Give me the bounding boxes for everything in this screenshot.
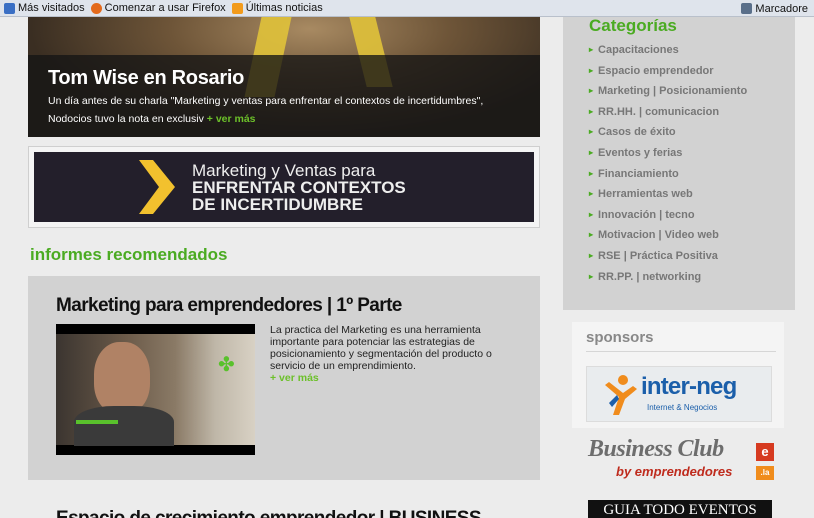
sponsors-panel: sponsors inter-neg Internet & Negocios xyxy=(572,322,784,428)
business-club-badge-la: .la xyxy=(756,466,774,480)
video-frame-person-body xyxy=(74,406,174,446)
bookmarks-menu-button[interactable]: Marcadore xyxy=(741,0,808,17)
chevron-logo-icon xyxy=(139,160,175,214)
bookmark-label: Últimas noticias xyxy=(245,2,323,14)
page: { "bookmarks": { "items": [ {"label": "M… xyxy=(0,0,814,518)
category-link[interactable]: ▸ Financiamiento xyxy=(589,168,747,189)
featured-title[interactable]: Tom Wise en Rosario xyxy=(48,67,540,90)
featured-summary-line1: Un día antes de su charla "Marketing y v… xyxy=(48,95,484,107)
category-link[interactable]: ▸ RSE | Práctica Positiva xyxy=(589,250,747,271)
category-label: Marketing | Posicionamiento xyxy=(598,85,748,98)
bullet-icon: ▸ xyxy=(589,189,594,199)
bullet-icon: ▸ xyxy=(589,250,594,260)
article-more-link[interactable]: + ver más xyxy=(270,372,319,384)
firefox-icon xyxy=(90,2,102,14)
bookmark-most-visited[interactable]: Más visitados xyxy=(4,2,85,14)
rss-icon xyxy=(231,2,243,14)
promo-banner[interactable]: Marketing y Ventas para ENFRENTAR CONTEX… xyxy=(34,152,534,222)
bookmark-label: Más visitados xyxy=(18,2,85,14)
article-summary-text: La practica del Marketing es una herrami… xyxy=(270,324,492,372)
most-visited-icon xyxy=(4,2,15,14)
article-title[interactable]: Marketing para emprendedores | 1º Parte xyxy=(56,295,402,317)
promo-banner-line3: DE INCERTIDUMBRE xyxy=(192,195,363,214)
bullet-icon: ▸ xyxy=(589,86,594,96)
category-link[interactable]: ▸ RR.PP. | networking xyxy=(589,271,747,292)
bullet-icon: ▸ xyxy=(589,147,594,157)
article-summary: La practica del Marketing es una herrami… xyxy=(270,324,524,384)
bullet-icon: ▸ xyxy=(589,45,594,54)
video-frame-person xyxy=(94,342,150,414)
featured-summary-line2: Nodocios tuvo la nota en exclusiv xyxy=(48,113,204,125)
divider xyxy=(586,351,776,352)
category-label: Espacio emprendedor xyxy=(598,64,714,77)
category-link[interactable]: ▸ Capacitaciones xyxy=(589,44,747,65)
category-link[interactable]: ▸ Herramientas web xyxy=(589,188,747,209)
article-video-thumbnail[interactable]: ✤ xyxy=(56,324,255,455)
category-link[interactable]: ▸ Casos de éxito xyxy=(589,126,747,147)
bullet-icon: ▸ xyxy=(589,127,594,137)
bookmarks-menu-label: Marcadore xyxy=(755,2,808,15)
promo-banner-frame: Marketing y Ventas para ENFRENTAR CONTEX… xyxy=(28,146,540,228)
category-link[interactable]: ▸ Marketing | Posicionamiento xyxy=(589,85,747,106)
sponsor-business-club-logo[interactable]: Business Club by emprendedores e .la xyxy=(588,436,788,486)
category-link[interactable]: ▸ Eventos y ferias xyxy=(589,147,747,168)
bullet-icon: ▸ xyxy=(589,168,594,178)
article-card: Marketing para emprendedores | 1º Parte … xyxy=(28,276,540,480)
interneg-name: inter-neg xyxy=(641,373,737,400)
business-club-badge-e: e xyxy=(756,443,774,461)
bullet-icon: ▸ xyxy=(589,209,594,219)
business-club-title: Business Club xyxy=(588,436,724,462)
categories-panel: Categorías ▸ Capacitaciones ▸ Espacio empr… xyxy=(563,17,795,310)
featured-summary: Un día antes de su charla "Marketing y v… xyxy=(48,92,540,128)
category-label: RSE | Práctica Positiva xyxy=(598,249,718,262)
bookmark-getting-started[interactable]: Comenzar a usar Firefox xyxy=(90,2,226,14)
category-label: Casos de éxito xyxy=(598,126,676,139)
category-link[interactable]: ▸ Espacio emprendedor xyxy=(589,65,747,86)
section-title-informes: informes recomendados xyxy=(30,245,228,264)
bullet-icon: ▸ xyxy=(589,106,594,116)
categories-list: ▸ Capacitaciones ▸ Espacio emprendedor ▸ Ma… xyxy=(589,44,747,291)
bullet-icon: ▸ xyxy=(589,271,594,281)
category-link[interactable]: ▸ Motivacion | Video web xyxy=(589,229,747,250)
business-club-byline: by emprendedores xyxy=(616,464,733,479)
categories-title: Categorías xyxy=(589,16,677,35)
bookmarks-toolbar: Más visitados Comenzar a usar Firefox Úl… xyxy=(0,0,814,17)
bookmark-label: Comenzar a usar Firefox xyxy=(104,2,226,14)
category-label: Innovación | tecno xyxy=(598,208,695,221)
video-logo-icon: ✤ xyxy=(218,354,235,376)
sponsor-guia-todo-eventos[interactable]: GUIA TODO EVENTOS xyxy=(588,500,772,518)
category-label: Eventos y ferias xyxy=(598,146,683,159)
featured-more-link[interactable]: + ver más xyxy=(207,113,256,125)
video-lower-third xyxy=(76,420,118,424)
category-link[interactable]: ▸ Innovación | tecno xyxy=(589,209,747,230)
interneg-figure-icon xyxy=(605,375,637,415)
bookmarks-icon xyxy=(741,3,753,14)
bullet-icon: ▸ xyxy=(589,230,594,240)
interneg-tagline: Internet & Negocios xyxy=(647,403,718,412)
category-label: Financiamiento xyxy=(598,167,679,180)
sponsor-interneg-logo[interactable]: inter-neg Internet & Negocios xyxy=(586,366,772,422)
category-link[interactable]: ▸ RR.HH. | comunicacion xyxy=(589,106,747,127)
featured-story[interactable]: Tom Wise en Rosario Un día antes de su c… xyxy=(28,17,540,137)
category-label: RR.HH. | comunicacion xyxy=(598,105,720,118)
article-title[interactable]: Espacio de crecimiento emprendedor | BUS… xyxy=(56,508,482,518)
bullet-icon: ▸ xyxy=(589,65,594,75)
featured-caption: Tom Wise en Rosario Un día antes de su c… xyxy=(28,55,540,137)
sponsors-title: sponsors xyxy=(586,329,654,346)
category-label: Capacitaciones xyxy=(598,44,679,56)
category-label: RR.PP. | networking xyxy=(598,270,702,283)
category-label: Motivacion | Video web xyxy=(598,229,719,242)
bookmark-latest-news[interactable]: Últimas noticias xyxy=(231,2,323,14)
category-label: Herramientas web xyxy=(598,188,693,201)
